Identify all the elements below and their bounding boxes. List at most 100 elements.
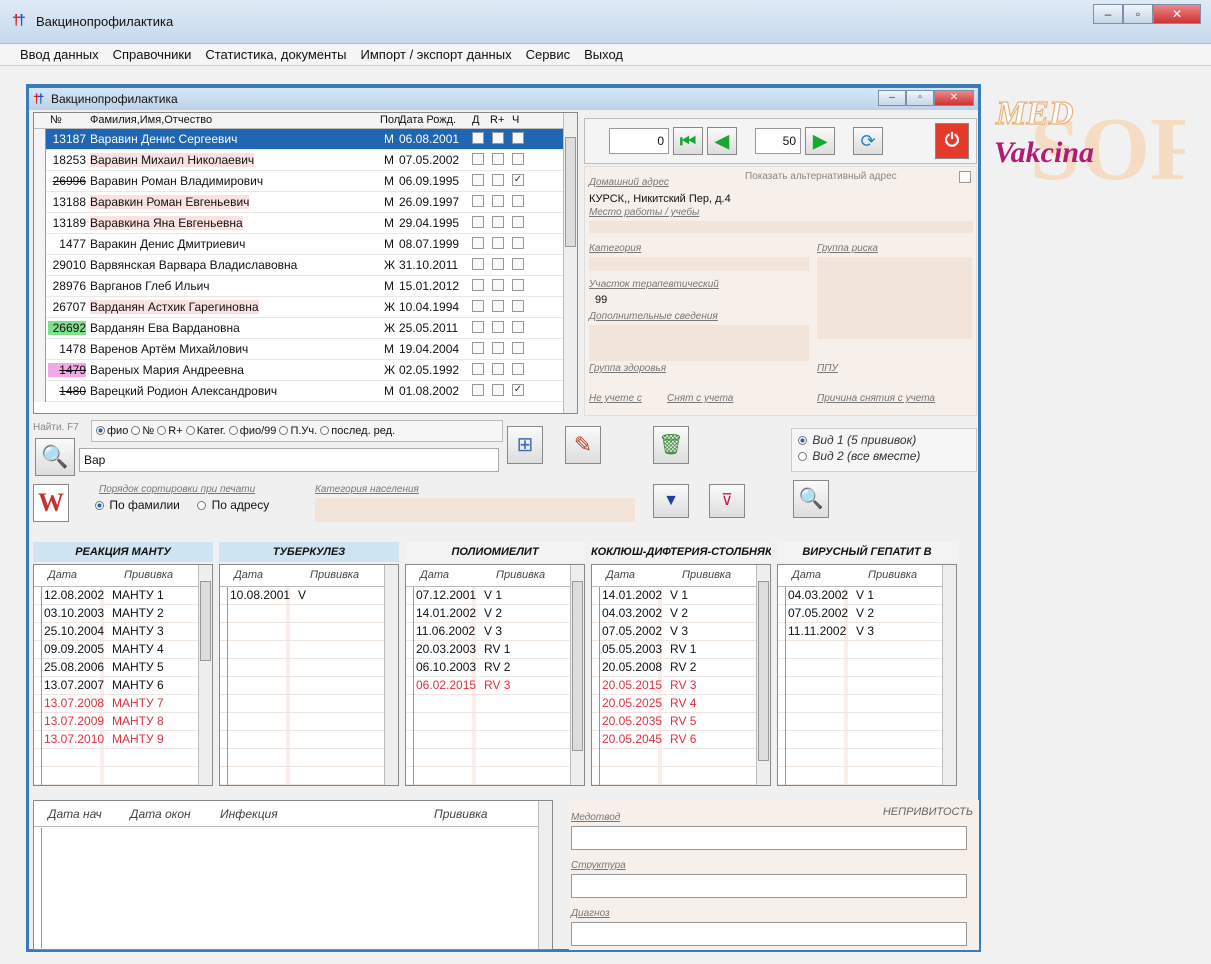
row-indicator[interactable] bbox=[34, 213, 46, 234]
row-indicator[interactable] bbox=[34, 192, 46, 213]
row-indicator[interactable] bbox=[34, 276, 46, 297]
vacc-row-empty[interactable] bbox=[34, 749, 198, 767]
vacc-row-empty[interactable] bbox=[778, 767, 942, 785]
prev-page-button[interactable]: ◀ bbox=[707, 127, 737, 155]
r-checkbox[interactable] bbox=[492, 195, 504, 207]
vacc-row[interactable]: 14.01.2002 V 1 bbox=[592, 587, 756, 605]
vacc-row-empty[interactable] bbox=[406, 731, 570, 749]
next-page-button[interactable]: ▶ bbox=[805, 127, 835, 155]
patient-row[interactable]: 29010 Варвянская Варвара Владиславовна Ж 31… bbox=[34, 255, 577, 276]
vacc-row[interactable]: 07.05.2002 V 2 bbox=[778, 605, 942, 623]
search-category-radio[interactable] bbox=[185, 426, 195, 435]
menu-data-entry[interactable]: Ввод данных bbox=[20, 47, 99, 62]
refresh-icon[interactable]: ⟳ bbox=[853, 127, 883, 155]
medotvod-input[interactable] bbox=[571, 826, 967, 850]
first-record-button[interactable]: ⏮ bbox=[673, 127, 703, 155]
row-indicator[interactable] bbox=[34, 171, 46, 192]
col-date[interactable]: Дата bbox=[792, 569, 821, 581]
r-checkbox[interactable] bbox=[492, 237, 504, 249]
ch-checkbox[interactable] bbox=[512, 237, 524, 249]
r-checkbox[interactable] bbox=[492, 321, 504, 333]
scroll-thumb[interactable] bbox=[572, 581, 583, 751]
category-field[interactable] bbox=[589, 257, 809, 271]
scroll-thumb[interactable] bbox=[200, 581, 211, 661]
r-checkbox[interactable] bbox=[492, 174, 504, 186]
d-checkbox[interactable] bbox=[472, 153, 484, 165]
vacc-row[interactable]: 06.10.2003 RV 2 bbox=[406, 659, 570, 677]
vacc-row-empty[interactable] bbox=[220, 659, 384, 677]
structure-input[interactable] bbox=[571, 874, 967, 898]
menu-references[interactable]: Справочники bbox=[113, 47, 192, 62]
patient-row[interactable]: 26996 Варавин Роман Владимирович М 06.09.19… bbox=[34, 171, 577, 192]
vacc-row[interactable]: 05.05.2003 RV 1 bbox=[592, 641, 756, 659]
work-field[interactable] bbox=[589, 221, 973, 233]
vacc-row[interactable]: 20.05.2035 RV 5 bbox=[592, 713, 756, 731]
alt-address-checkbox[interactable] bbox=[959, 171, 971, 183]
vacc-row-empty[interactable] bbox=[220, 749, 384, 767]
search-magnifier-icon[interactable]: 🔍 bbox=[35, 438, 75, 476]
vacc-row-empty[interactable] bbox=[220, 695, 384, 713]
search-input[interactable]: Вар bbox=[79, 448, 499, 472]
row-indicator[interactable] bbox=[34, 234, 46, 255]
r-checkbox[interactable] bbox=[492, 384, 504, 396]
d-checkbox[interactable] bbox=[472, 363, 484, 375]
vacc-row-empty[interactable] bbox=[778, 731, 942, 749]
r-checkbox[interactable] bbox=[492, 258, 504, 270]
vacc-row-empty[interactable] bbox=[220, 677, 384, 695]
child-close-button[interactable]: ✕ bbox=[934, 90, 974, 106]
col-sex[interactable]: Пол bbox=[380, 114, 400, 126]
view1-radio[interactable] bbox=[798, 436, 807, 445]
vacc-row[interactable]: 20.03.2003 RV 1 bbox=[406, 641, 570, 659]
search-district-radio[interactable] bbox=[279, 426, 289, 435]
diagnosis-input[interactable] bbox=[571, 922, 967, 946]
menu-statistics[interactable]: Статистика, документы bbox=[205, 47, 346, 62]
vacc-row[interactable]: 20.05.2008 RV 2 bbox=[592, 659, 756, 677]
r-checkbox[interactable] bbox=[492, 216, 504, 228]
vacc-row-empty[interactable] bbox=[406, 749, 570, 767]
r-checkbox[interactable] bbox=[492, 279, 504, 291]
col-vaccine[interactable]: Прививка bbox=[868, 569, 917, 581]
vacc-row-empty[interactable] bbox=[592, 749, 756, 767]
extra-field[interactable] bbox=[589, 325, 809, 361]
d-checkbox[interactable] bbox=[472, 237, 484, 249]
ch-checkbox[interactable]: ✓ bbox=[512, 384, 524, 396]
contraindication-scrollbar[interactable] bbox=[538, 801, 552, 949]
vacc-scrollbar[interactable] bbox=[384, 565, 398, 785]
vacc-row[interactable]: 07.12.2001 V 1 bbox=[406, 587, 570, 605]
vacc-row-empty[interactable] bbox=[220, 713, 384, 731]
col-vaccine[interactable]: Прививка bbox=[496, 569, 545, 581]
col-num[interactable]: № bbox=[50, 114, 62, 126]
vacc-row[interactable]: 25.10.2004 МАНТУ 3 bbox=[34, 623, 198, 641]
vacc-row[interactable]: 11.11.2002 V 3 bbox=[778, 623, 942, 641]
patient-row[interactable]: 18253 Варавин Михаил Николаевич М 07.05.200… bbox=[34, 150, 577, 171]
patient-row[interactable]: 1480 Варецкий Родион Александрович М 01.08.… bbox=[34, 381, 577, 402]
row-indicator[interactable] bbox=[34, 297, 46, 318]
col-d[interactable]: Д bbox=[472, 114, 479, 126]
vacc-row[interactable]: 20.05.2045 RV 6 bbox=[592, 731, 756, 749]
patient-row[interactable]: 1478 Варенов Артём Михайлович М 19.04.2004 bbox=[34, 339, 577, 360]
d-checkbox[interactable] bbox=[472, 258, 484, 270]
ch-checkbox[interactable] bbox=[512, 342, 524, 354]
child-minimize-button[interactable]: – bbox=[878, 90, 906, 106]
ch-checkbox[interactable] bbox=[512, 258, 524, 270]
view2-radio[interactable] bbox=[798, 452, 807, 461]
vacc-row[interactable]: 13.07.2008 МАНТУ 7 bbox=[34, 695, 198, 713]
vacc-row[interactable]: 25.08.2006 МАНТУ 5 bbox=[34, 659, 198, 677]
ch-checkbox[interactable] bbox=[512, 216, 524, 228]
col-date[interactable]: Дата bbox=[606, 569, 635, 581]
filter-icon[interactable]: ▼ bbox=[653, 484, 689, 518]
add-record-icon[interactable]: ⊞ bbox=[507, 426, 543, 464]
patient-row[interactable]: 13187 Варавин Денис Сергеевич М 06.08.2001 bbox=[34, 129, 577, 150]
ch-checkbox[interactable] bbox=[512, 363, 524, 375]
vacc-row[interactable]: 14.01.2002 V 2 bbox=[406, 605, 570, 623]
child-maximize-button[interactable]: ▫ bbox=[906, 90, 934, 106]
col-r[interactable]: R+ bbox=[490, 114, 504, 126]
vacc-row-empty[interactable] bbox=[220, 731, 384, 749]
vacc-row-empty[interactable] bbox=[220, 641, 384, 659]
vacc-row[interactable]: 13.07.2010 МАНТУ 9 bbox=[34, 731, 198, 749]
search-fio99-radio[interactable] bbox=[228, 426, 238, 435]
row-indicator[interactable] bbox=[34, 255, 46, 276]
row-indicator[interactable] bbox=[34, 150, 46, 171]
vacc-row-empty[interactable] bbox=[778, 677, 942, 695]
vacc-row-empty[interactable] bbox=[34, 767, 198, 785]
